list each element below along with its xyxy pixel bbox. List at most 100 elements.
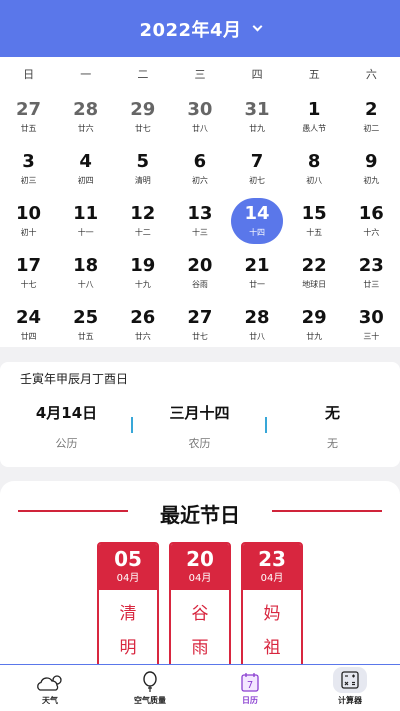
lunar-day: 初三 <box>20 176 37 185</box>
day-number: 17 <box>16 255 42 276</box>
day-cell[interactable]: 28 廿六 <box>57 91 114 143</box>
month-title[interactable]: 2022年4月 <box>139 16 241 42</box>
day-cell[interactable]: 15 十五 <box>286 195 343 247</box>
day-cell[interactable]: 27 廿七 <box>171 299 228 351</box>
day-number: 29 <box>301 307 327 328</box>
lunar-day: 地球日 <box>302 280 327 289</box>
day-number: 28 <box>244 307 270 328</box>
day-cell-selected[interactable]: 14 十四 <box>229 195 286 247</box>
festival-card[interactable]: 05 04月清明 <box>97 542 159 681</box>
tab-weather[interactable]: 天气 <box>0 665 100 711</box>
festival-name-char: 谷 <box>191 604 209 624</box>
day-cell[interactable]: 24 廿四 <box>0 299 57 351</box>
day-number: 10 <box>16 203 42 224</box>
lunar-day: 愚人节 <box>302 124 327 133</box>
lunar-date-label: 农历 <box>188 437 211 450</box>
day-cell[interactable]: 1 愚人节 <box>286 91 343 143</box>
lunar-day: 初二 <box>363 124 380 133</box>
lunar-day: 十四 <box>249 228 266 237</box>
recent-festivals: 最近节日 0504月清明2004月谷雨2304月妈祖生 <box>0 481 400 681</box>
day-cell[interactable]: 16 十六 <box>343 195 400 247</box>
festival-month: 04月 <box>260 573 284 584</box>
day-cell[interactable]: 26 廿六 <box>114 299 171 351</box>
day-cell[interactable]: 29 廿七 <box>114 91 171 143</box>
day-cell[interactable]: 9 初九 <box>343 143 400 195</box>
day-cell[interactable]: 17 十七 <box>0 247 57 299</box>
day-number: 19 <box>130 255 156 276</box>
lunar-day: 初八 <box>306 176 323 185</box>
chevron-down-icon[interactable] <box>252 21 263 31</box>
day-cell[interactable]: 11 十一 <box>57 195 114 247</box>
day-number: 26 <box>130 307 156 328</box>
day-cell[interactable]: 3 初三 <box>0 143 57 195</box>
lunar-day: 廿九 <box>249 124 266 133</box>
day-cell[interactable]: 2 初二 <box>343 91 400 143</box>
day-number: 3 <box>22 151 35 172</box>
day-cell[interactable]: 7 初七 <box>229 143 286 195</box>
day-cell[interactable]: 29 廿九 <box>286 299 343 351</box>
lunar-day: 清明 <box>134 176 151 185</box>
tab-calculator[interactable]: 计算器 <box>300 665 400 711</box>
lunar-day: 初十 <box>20 228 37 237</box>
ganzhi-text: 壬寅年甲辰月丁酉日 <box>20 372 129 386</box>
day-number: 21 <box>244 255 270 276</box>
tab-weather-label: 天气 <box>42 696 58 705</box>
day-cell[interactable]: 18 十八 <box>57 247 114 299</box>
festival-card[interactable]: 2304月妈祖生 <box>241 542 303 681</box>
day-number: 14 <box>244 203 270 224</box>
tab-air-quality-label: 空气质量 <box>134 696 166 705</box>
festival-name-char: 妈 <box>263 604 281 624</box>
festival-card[interactable]: 20 04月谷雨 <box>169 542 231 681</box>
day-number: 13 <box>187 203 213 224</box>
day-number: 27 <box>187 307 213 328</box>
day-number: 31 <box>244 99 270 120</box>
weather-icon <box>37 675 62 691</box>
tab-air-quality[interactable]: 空气质量 <box>100 665 200 711</box>
weekday-label: 二 <box>137 68 149 81</box>
festival-day: 05 <box>114 547 142 571</box>
lunar-date-value: 三月十四 <box>169 404 230 422</box>
day-cell[interactable]: 8 初八 <box>286 143 343 195</box>
day-number: 16 <box>358 203 384 224</box>
day-cell[interactable]: 28 廿八 <box>229 299 286 351</box>
day-cell[interactable]: 6 初六 <box>171 143 228 195</box>
divider <box>131 417 133 433</box>
day-cell[interactable]: 10 初十 <box>0 195 57 247</box>
calendar-grid: 27 廿五 28 廿六 29 廿七 30 廿八 31 廿九 1 愚人节 2 初二 3 初三 4 初四 5 清明 6 初六 7… <box>0 91 400 351</box>
festival-title: 最近节日 <box>160 503 240 527</box>
festival-month: 04月 <box>116 573 140 584</box>
day-cell[interactable]: 20 谷雨 <box>171 247 228 299</box>
bottom-nav: 天气 空气质量 7 日历 计算器 <box>0 664 400 711</box>
weekday-label: 五 <box>308 68 320 81</box>
day-number: 30 <box>358 307 384 328</box>
month-header[interactable]: 2022年4月 <box>0 0 400 57</box>
day-cell[interactable]: 31 廿九 <box>229 91 286 143</box>
day-number: 11 <box>73 203 99 224</box>
day-cell[interactable]: 13 十三 <box>171 195 228 247</box>
festival-info-label: 无 <box>327 437 338 450</box>
day-cell[interactable]: 22 地球日 <box>286 247 343 299</box>
day-cell[interactable]: 12 十二 <box>114 195 171 247</box>
day-cell[interactable]: 25 廿五 <box>57 299 114 351</box>
weekday-header: 日一二三四五六 <box>0 57 400 91</box>
day-cell[interactable]: 30 三十 <box>343 299 400 351</box>
lunar-day: 十七 <box>20 280 37 289</box>
day-cell[interactable]: 21 廿一 <box>229 247 286 299</box>
lunar-day: 三十 <box>363 332 380 341</box>
day-cell[interactable]: 5 清明 <box>114 143 171 195</box>
day-cell[interactable]: 27 廿五 <box>0 91 57 143</box>
day-number: 23 <box>358 255 384 276</box>
festival-info: 无 无 <box>266 402 399 451</box>
weekday-label: 三 <box>194 68 206 81</box>
day-number: 30 <box>187 99 213 120</box>
day-cell[interactable]: 23 廿三 <box>343 247 400 299</box>
day-cell[interactable]: 30 廿八 <box>171 91 228 143</box>
tab-calendar[interactable]: 7 日历 <box>200 665 300 711</box>
festival-name-char: 祖 <box>263 638 281 658</box>
day-cell[interactable]: 4 初四 <box>57 143 114 195</box>
day-cell[interactable]: 19 十九 <box>114 247 171 299</box>
festival-card-date: 20 04月 <box>171 544 229 590</box>
title-line-right <box>272 510 382 512</box>
day-number: 6 <box>193 151 207 172</box>
day-number: 28 <box>73 99 99 120</box>
